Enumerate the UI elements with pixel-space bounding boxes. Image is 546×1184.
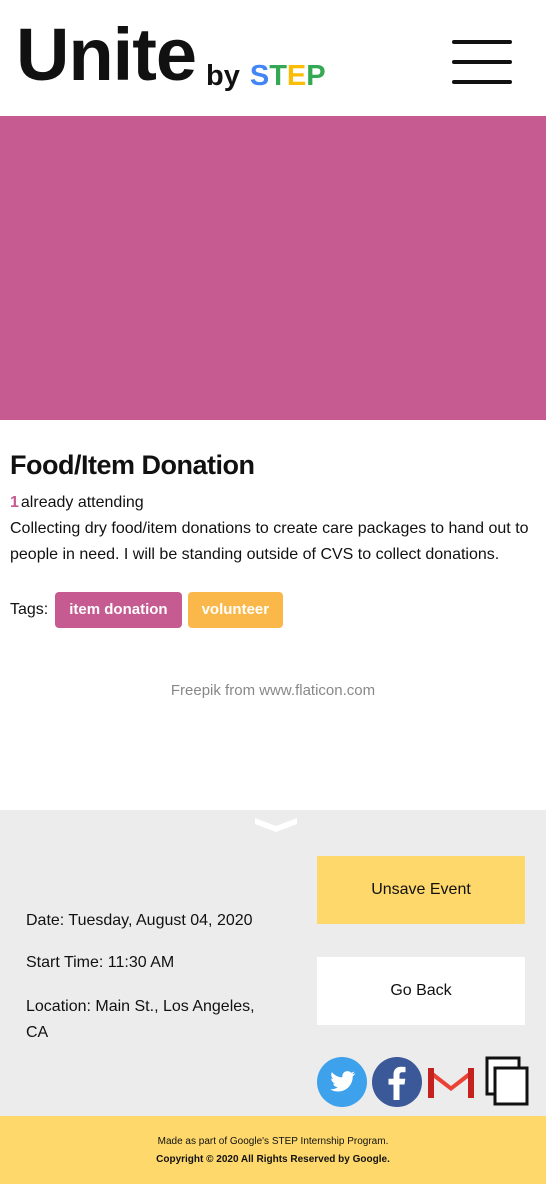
go-back-button[interactable]: Go Back [317,957,525,1025]
app-logo[interactable]: Unite by STEP [16,13,326,96]
footer-credit: Made as part of Google's STEP Internship… [157,1136,389,1147]
attending-count-text: 1 already attending [10,494,144,512]
tag-volunteer[interactable]: volunteer [187,592,284,628]
event-description: Collecting dry food/item donations to cr… [10,520,529,563]
attending-label: already attending [20,494,144,511]
logo-step-letter: T [269,60,287,92]
tags-row: Tags: item donation volunteer [10,592,289,628]
logo-wordmark: Unite [16,13,197,96]
attending-count: 1 [10,494,19,511]
app-header: Unite by STEP [0,0,546,116]
event-start-time: Start Time: 11:30 AM [26,954,175,971]
chevron-down-icon[interactable] [255,816,297,832]
facebook-icon[interactable] [371,1056,423,1108]
event-date: Date: Tuesday, August 04, 2020 [26,912,253,929]
gmail-icon[interactable] [425,1056,477,1108]
copy-link-icon[interactable] [480,1056,532,1108]
image-credit: Freepik from www.flaticon.com [170,682,376,699]
event-banner-image [0,116,546,420]
footer-copyright: Copyright © 2020 All Rights Reserved by … [156,1154,390,1165]
event-location: Location: Main St., Los Angeles, CA [26,998,255,1041]
logo-step-letter: P [306,60,326,92]
unsave-event-button[interactable]: Unsave Event [317,856,525,924]
event-details-panel: Date: Tuesday, August 04, 2020 Start Tim… [0,810,546,1116]
hamburger-menu-icon[interactable] [452,40,512,86]
page-footer: Made as part of Google's STEP Internship… [0,1116,546,1184]
logo-by-text: by [206,60,240,92]
tags-label: Tags: [10,601,49,618]
logo-step-letter: S [249,60,270,92]
logo-step-letter: E [286,60,307,92]
twitter-icon[interactable] [316,1056,368,1108]
event-title: Food/Item Donation [10,450,255,480]
tag-item-donation[interactable]: item donation [55,592,182,628]
logo-step-text: STEP [250,60,326,92]
